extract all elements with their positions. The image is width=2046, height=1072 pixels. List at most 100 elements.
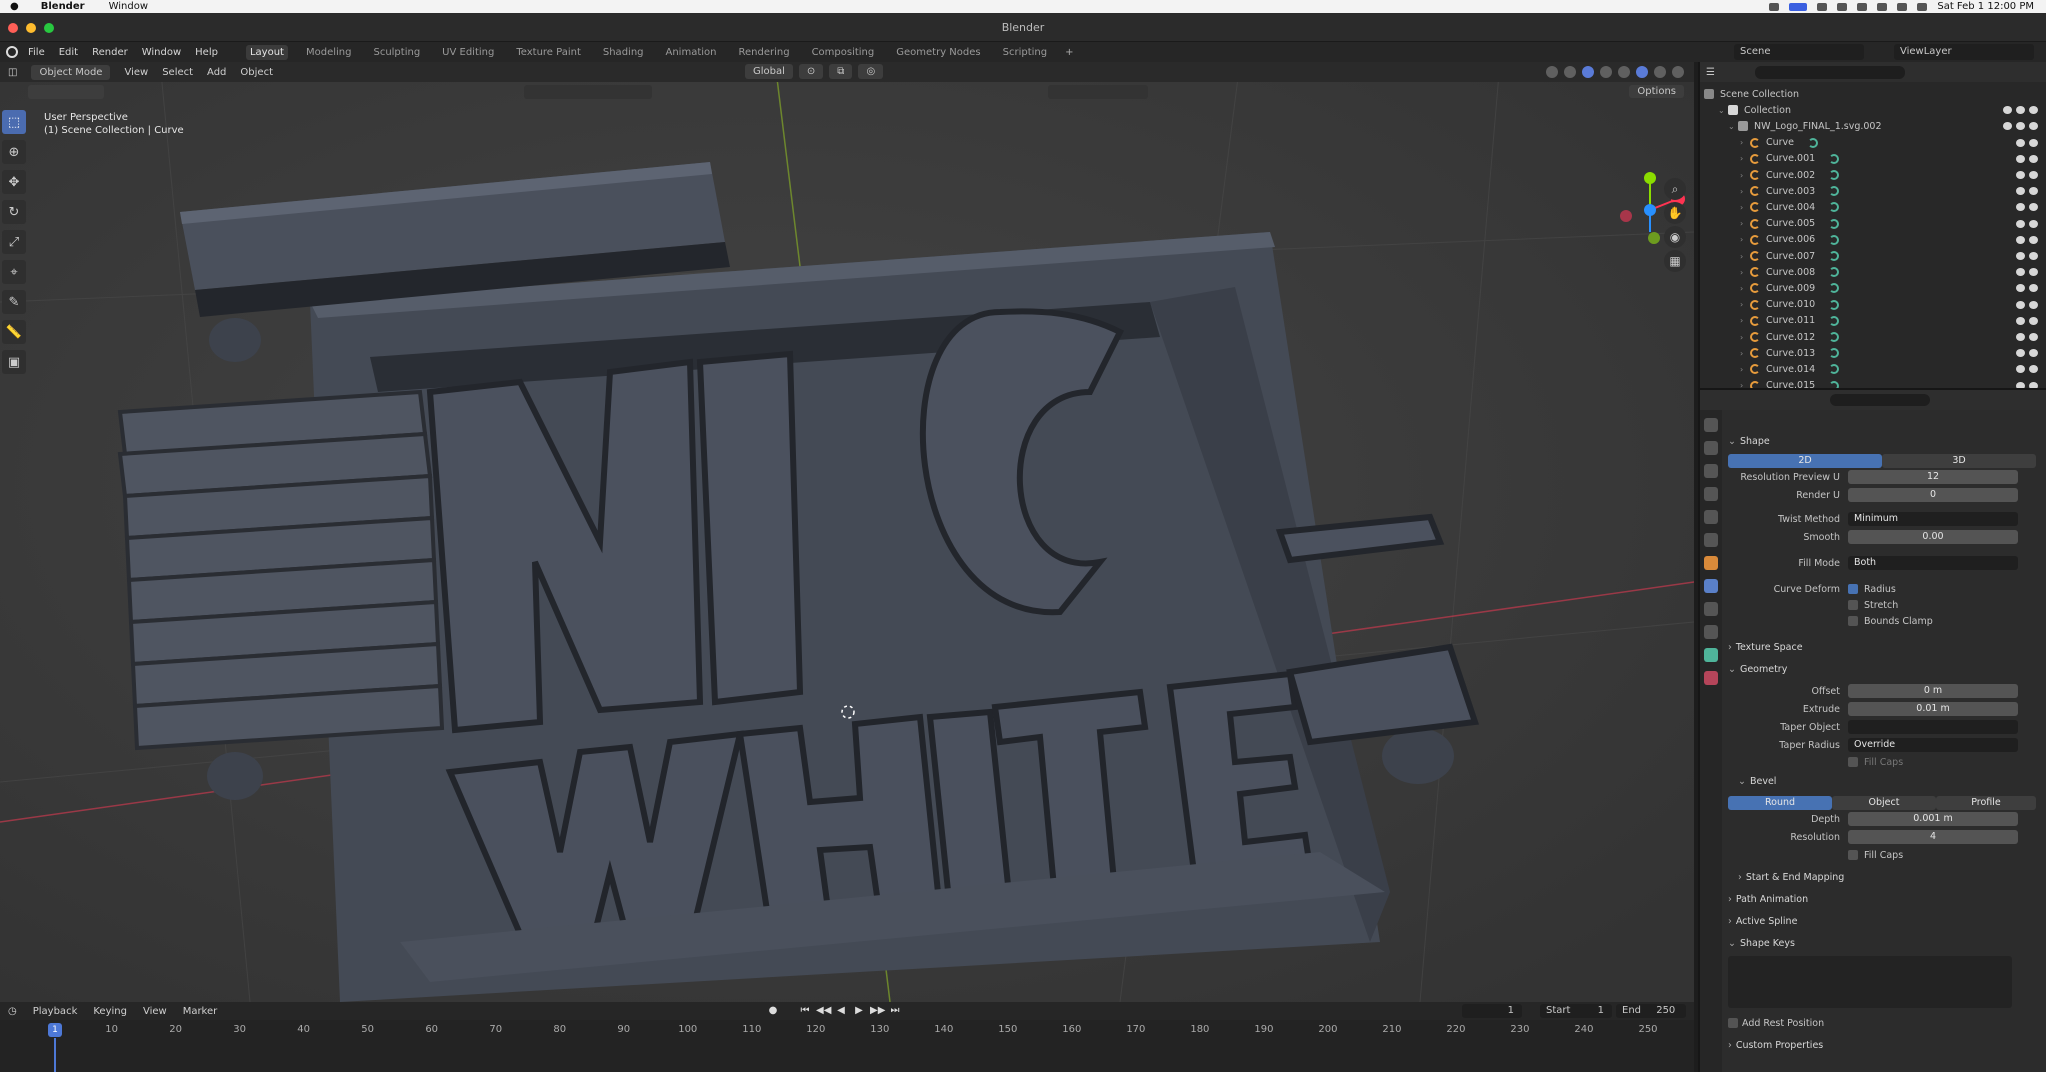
snap-toggle[interactable]: ⧉: [829, 64, 853, 79]
radius-checkbox[interactable]: [1848, 584, 1858, 594]
outliner-item[interactable]: › Curve: [1700, 135, 2046, 151]
smooth-field[interactable]: 0.00: [1848, 530, 2018, 544]
camera-icon[interactable]: [2029, 316, 2038, 325]
shading-solid-icon[interactable]: [1636, 66, 1648, 78]
expand-arrow-icon[interactable]: ›: [1740, 171, 1750, 180]
eye-icon[interactable]: [2016, 219, 2025, 228]
outliner-editor-icon[interactable]: ☰: [1706, 67, 1715, 78]
playhead[interactable]: 1: [48, 1023, 62, 1037]
bevel-resolution-field[interactable]: 4: [1848, 830, 2018, 844]
current-frame-field[interactable]: 1: [1462, 1004, 1522, 1018]
menu-marker[interactable]: Marker: [183, 1006, 218, 1017]
shape-keys-panel[interactable]: ⌄ Shape Keys: [1728, 938, 1795, 949]
next-key-icon[interactable]: ▶▶: [870, 1004, 885, 1018]
move-tool[interactable]: ✥: [2, 170, 26, 194]
outliner-item[interactable]: › Curve.003: [1700, 183, 2046, 199]
bounds-clamp-checkbox[interactable]: [1848, 616, 1858, 626]
menu-select[interactable]: Select: [162, 67, 193, 78]
menu-edit[interactable]: Edit: [59, 47, 78, 58]
menu-timeline-view[interactable]: View: [143, 1006, 167, 1017]
camera-icon[interactable]: [2029, 203, 2038, 212]
pan-view-icon[interactable]: ✋: [1664, 202, 1686, 224]
annotate-tool[interactable]: ✎: [2, 290, 26, 314]
menu-view[interactable]: View: [124, 67, 148, 78]
mode-selector[interactable]: Object Mode: [31, 64, 111, 80]
expand-arrow-icon[interactable]: ›: [1740, 300, 1750, 309]
menu-help[interactable]: Help: [195, 47, 218, 58]
outliner-item[interactable]: › Curve.011: [1700, 313, 2046, 329]
status-icon[interactable]: [1769, 2, 1780, 11]
menu-render[interactable]: Render: [92, 47, 128, 58]
viewlayer-selector[interactable]: ViewLayer: [1894, 44, 2034, 60]
camera-icon[interactable]: [2029, 284, 2038, 293]
curve-data-icon[interactable]: [1829, 315, 1840, 326]
eye-icon[interactable]: [2016, 365, 2025, 374]
end-frame-field[interactable]: End 250: [1616, 1004, 1686, 1018]
curve-data-icon[interactable]: [1829, 251, 1840, 261]
render-u-field[interactable]: 0: [1848, 488, 2018, 502]
expand-arrow-icon[interactable]: ›: [1740, 187, 1750, 196]
window-menu[interactable]: Window: [109, 1, 148, 12]
scale-tool[interactable]: ⤢: [2, 230, 26, 254]
tab-animation[interactable]: Animation: [662, 45, 721, 60]
measure-tool[interactable]: 📏: [2, 320, 26, 344]
tab-texture-paint[interactable]: Texture Paint: [512, 45, 585, 60]
pivot-selector[interactable]: ⊙: [798, 64, 824, 79]
play-icon[interactable]: ▶: [852, 1004, 866, 1018]
outliner-item[interactable]: › Curve.010: [1700, 297, 2046, 313]
curve-data-icon[interactable]: [1829, 299, 1840, 310]
transform-tool[interactable]: ⌖: [2, 260, 26, 284]
gizmo-toggle-icon[interactable]: [1564, 66, 1576, 78]
record-icon[interactable]: ●: [766, 1004, 780, 1018]
zoom-view-icon[interactable]: ⌕: [1664, 178, 1686, 200]
outliner-item[interactable]: › Curve.002: [1700, 167, 2046, 183]
expand-arrow-icon[interactable]: ›: [1740, 203, 1750, 212]
apple-icon[interactable]: ●: [10, 1, 19, 12]
camera-icon[interactable]: [2029, 235, 2038, 244]
play-reverse-icon[interactable]: ◀: [834, 1004, 848, 1018]
taper-object-field[interactable]: [1848, 720, 2018, 734]
eye-icon[interactable]: [2016, 300, 2025, 309]
camera-icon[interactable]: [2029, 106, 2038, 115]
app-menu[interactable]: Blender: [41, 1, 85, 12]
res-preview-field[interactable]: 12: [1848, 470, 2018, 484]
expand-arrow-icon[interactable]: ›: [1740, 235, 1750, 244]
expand-arrow-icon[interactable]: ›: [1740, 138, 1750, 147]
expand-arrow-icon[interactable]: ›: [1740, 154, 1750, 163]
stretch-checkbox[interactable]: [1848, 600, 1858, 610]
curve-data-icon[interactable]: [1829, 283, 1840, 294]
tool-tab-icon[interactable]: [1704, 418, 1718, 432]
expand-arrow-icon[interactable]: ›: [1740, 365, 1750, 374]
viewport-scene[interactable]: [0, 62, 1694, 1002]
camera-icon[interactable]: [2029, 138, 2038, 147]
frame-ruler[interactable]: 1 10 20 30 40 50 60 70 80 90 100 110 120 130 140 150 16…: [0, 1020, 1694, 1072]
dim-3d-button[interactable]: 3D: [1882, 454, 2036, 468]
timeline-editor-icon[interactable]: ◷: [8, 1006, 17, 1017]
taper-fill-caps-checkbox[interactable]: [1848, 757, 1858, 767]
curve-data-icon[interactable]: [1829, 186, 1840, 197]
curve-data-icon[interactable]: [1829, 348, 1840, 359]
menu-file[interactable]: File: [28, 47, 45, 58]
ortho-toggle-icon[interactable]: ▦: [1664, 250, 1686, 272]
dim-2d-button[interactable]: 2D: [1728, 454, 1882, 468]
eye-icon[interactable]: [2016, 122, 2025, 131]
tab-layout[interactable]: Layout: [245, 44, 288, 60]
tab-shading[interactable]: Shading: [599, 45, 648, 60]
eye-icon[interactable]: [2016, 235, 2025, 244]
eye-icon[interactable]: [2016, 154, 2025, 163]
shading-material-icon[interactable]: [1654, 66, 1666, 78]
proportional-editing-toggle[interactable]: ◎: [858, 64, 884, 79]
options-button[interactable]: Options: [1629, 85, 1684, 98]
outliner-item[interactable]: › Curve.012: [1700, 329, 2046, 345]
start-end-mapping-panel[interactable]: › Start & End Mapping: [1738, 872, 1844, 883]
menu-window[interactable]: Window: [142, 47, 181, 58]
tab-scripting[interactable]: Scripting: [999, 45, 1051, 60]
curve-data-icon[interactable]: [1829, 153, 1840, 164]
exclude-checkbox[interactable]: [2003, 122, 2012, 131]
particles-tab-icon[interactable]: [1704, 602, 1718, 616]
expand-arrow-icon[interactable]: ›: [1740, 219, 1750, 228]
tab-geometry-nodes[interactable]: Geometry Nodes: [892, 45, 984, 60]
expand-arrow-icon[interactable]: ›: [1740, 316, 1750, 325]
outliner-item[interactable]: › Curve.004: [1700, 199, 2046, 215]
add-workspace-button[interactable]: +: [1065, 47, 1073, 58]
